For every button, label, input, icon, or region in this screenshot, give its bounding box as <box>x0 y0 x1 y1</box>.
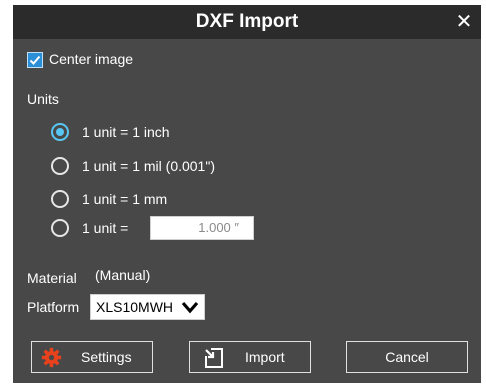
platform-select[interactable]: XLS10MWH <box>90 294 205 320</box>
radio-unit-mil-label[interactable]: 1 unit = 1 mil (0.001") <box>82 158 215 174</box>
cancel-button[interactable]: Cancel <box>346 341 468 373</box>
import-button-label: Import <box>245 349 285 365</box>
import-icon <box>205 348 223 368</box>
dxf-import-dialog: DXF Import ✕ Center image Units 1 unit =… <box>13 5 481 383</box>
close-icon[interactable]: ✕ <box>453 5 475 39</box>
gear-icon <box>41 347 62 368</box>
title-bar: DXF Import ✕ <box>13 5 481 39</box>
material-value: (Manual) <box>95 267 151 283</box>
radio-unit-custom[interactable] <box>51 219 69 237</box>
platform-select-value: XLS10MWH <box>96 299 174 315</box>
cancel-button-label: Cancel <box>385 349 429 365</box>
center-image-label[interactable]: Center image <box>49 51 133 67</box>
custom-unit-input[interactable]: 1.000 ″ <box>150 216 254 240</box>
chevron-down-icon <box>181 301 199 314</box>
checkmark-icon <box>29 55 41 65</box>
radio-unit-inch[interactable] <box>51 123 69 141</box>
units-heading: Units <box>27 91 59 107</box>
settings-button[interactable]: Settings <box>31 341 153 373</box>
radio-unit-mil[interactable] <box>51 157 69 175</box>
settings-button-label: Settings <box>81 349 132 365</box>
radio-unit-mm-label[interactable]: 1 unit = 1 mm <box>82 191 167 207</box>
material-label: Material <box>27 270 77 286</box>
platform-label: Platform <box>27 299 80 315</box>
radio-unit-inch-label[interactable]: 1 unit = 1 inch <box>82 124 170 140</box>
radio-unit-custom-label[interactable]: 1 unit = <box>82 220 128 236</box>
import-button[interactable]: Import <box>189 341 311 373</box>
center-image-checkbox[interactable] <box>27 52 43 68</box>
radio-unit-mm[interactable] <box>51 190 69 208</box>
dialog-title: DXF Import <box>195 11 299 32</box>
